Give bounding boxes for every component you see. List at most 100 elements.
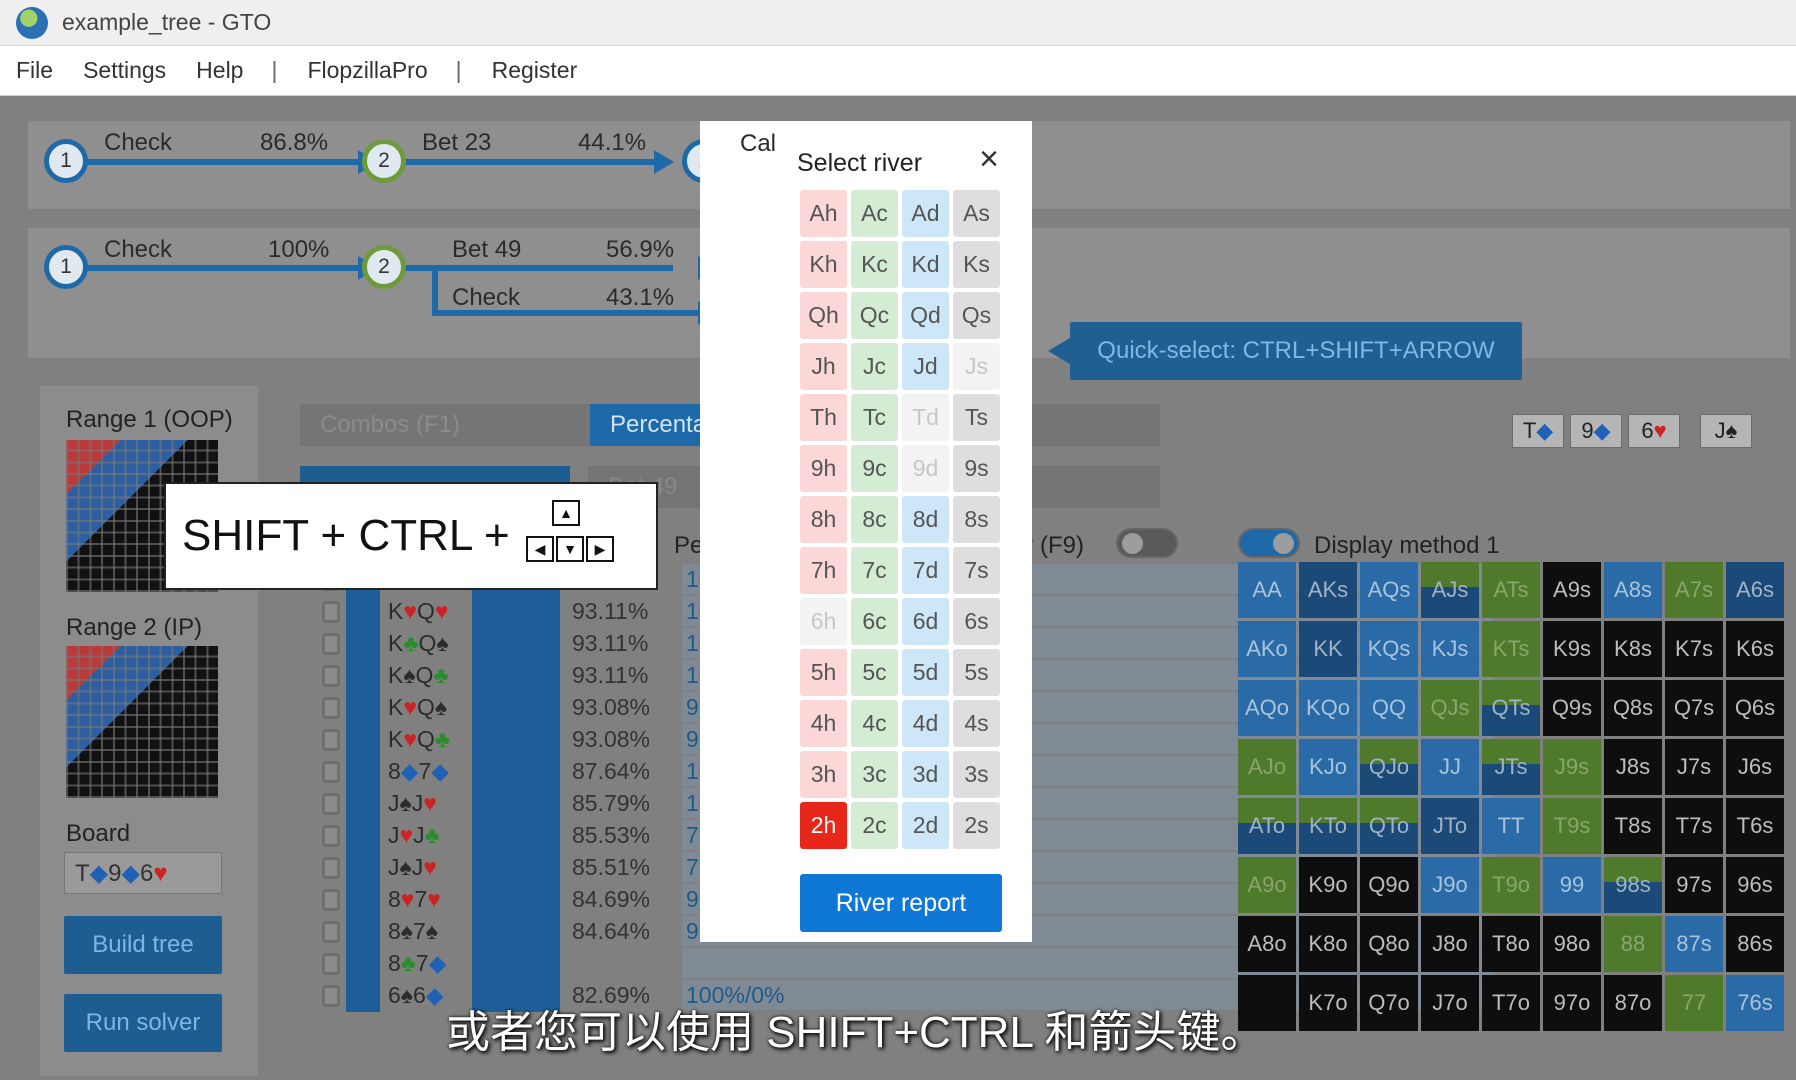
action-label[interactable]: Check [104, 236, 172, 264]
river-card-ah[interactable]: Ah [800, 190, 847, 237]
board-chip[interactable]: J♠ [1700, 414, 1752, 448]
river-card-4h[interactable]: 4h [800, 700, 847, 747]
matrix-cell[interactable]: J6s [1726, 739, 1784, 795]
action-label[interactable]: Bet 49 [452, 236, 521, 264]
matrix-cell[interactable]: K8o [1299, 916, 1357, 972]
matrix-cell[interactable]: 97o [1543, 975, 1601, 1031]
matrix-cell[interactable]: KTs [1482, 621, 1540, 677]
matrix-cell[interactable]: J7s [1665, 739, 1723, 795]
river-card-ks[interactable]: Ks [953, 241, 1000, 288]
matrix-cell[interactable]: QTs [1482, 680, 1540, 736]
lock-icon[interactable] [322, 825, 340, 847]
river-card-9d[interactable]: 9d [902, 445, 949, 492]
matrix-cell[interactable]: AKo [1238, 621, 1296, 677]
matrix-cell[interactable]: K8s [1604, 621, 1662, 677]
tab-combos[interactable]: Combos (F1) [300, 404, 592, 446]
action-label[interactable]: Check [104, 129, 172, 157]
matrix-cell[interactable]: ATo [1238, 798, 1296, 854]
matrix-cell[interactable]: KK [1299, 621, 1357, 677]
river-card-4s[interactable]: 4s [953, 700, 1000, 747]
river-card-qs[interactable]: Qs [953, 292, 1000, 339]
river-report-button[interactable]: River report [800, 874, 1002, 932]
matrix-cell[interactable]: J9s [1543, 739, 1601, 795]
river-card-9s[interactable]: 9s [953, 445, 1000, 492]
matrix-cell[interactable]: 88 [1604, 916, 1662, 972]
river-card-3d[interactable]: 3d [902, 751, 949, 798]
matrix-cell[interactable]: A8o [1238, 916, 1296, 972]
river-card-qh[interactable]: Qh [800, 292, 847, 339]
matrix-cell[interactable]: 99 [1543, 857, 1601, 913]
tree-node[interactable]: 2 [362, 245, 406, 289]
river-card-tc[interactable]: Tc [851, 394, 898, 441]
river-card-8s[interactable]: 8s [953, 496, 1000, 543]
matrix-cell[interactable]: ATs [1482, 562, 1540, 618]
lock-icon[interactable] [322, 729, 340, 751]
matrix-cell[interactable]: QJo [1360, 739, 1418, 795]
matrix-cell[interactable]: KQo [1299, 680, 1357, 736]
matrix-cell[interactable]: T7s [1665, 798, 1723, 854]
matrix-cell[interactable]: QTo [1360, 798, 1418, 854]
river-card-3h[interactable]: 3h [800, 751, 847, 798]
river-card-7s[interactable]: 7s [953, 547, 1000, 594]
river-card-qd[interactable]: Qd [902, 292, 949, 339]
board-input[interactable]: T◆9◆6♥ [64, 852, 222, 894]
matrix-cell[interactable]: A9s [1543, 562, 1601, 618]
matrix-cell[interactable]: QJs [1421, 680, 1479, 736]
lock-icon[interactable] [322, 793, 340, 815]
lock-icon[interactable] [322, 761, 340, 783]
lock-icon[interactable] [322, 889, 340, 911]
matrix-cell[interactable]: T7o [1482, 975, 1540, 1031]
tree-node[interactable]: 1 [44, 245, 88, 289]
lock-icon[interactable] [322, 697, 340, 719]
river-card-3c[interactable]: 3c [851, 751, 898, 798]
matrix-cell[interactable]: T8o [1482, 916, 1540, 972]
matrix-cell[interactable]: 98o [1543, 916, 1601, 972]
lock-icon[interactable] [322, 633, 340, 655]
action-label[interactable]: Check [452, 284, 520, 312]
matrix-cell[interactable]: AQo [1238, 680, 1296, 736]
matrix-cell[interactable]: 86s [1726, 916, 1784, 972]
board-chip[interactable]: 6 ♥ [1628, 414, 1680, 448]
matrix-cell[interactable]: 87s [1665, 916, 1723, 972]
tree-node[interactable]: 2 [362, 139, 406, 183]
matrix-cell[interactable]: KTo [1299, 798, 1357, 854]
river-card-kc[interactable]: Kc [851, 241, 898, 288]
display-method-toggle[interactable] [1238, 528, 1300, 558]
matrix-cell[interactable]: Q8o [1360, 916, 1418, 972]
menu-settings[interactable]: Settings [83, 57, 166, 84]
river-card-4c[interactable]: 4c [851, 700, 898, 747]
matrix-cell[interactable]: T6s [1726, 798, 1784, 854]
table-check-toggle[interactable] [1116, 528, 1178, 558]
matrix-cell[interactable]: Q8s [1604, 680, 1662, 736]
matrix-cell[interactable]: 87o [1604, 975, 1662, 1031]
river-card-8h[interactable]: 8h [800, 496, 847, 543]
run-solver-button[interactable]: Run solver [64, 994, 222, 1052]
river-card-6h[interactable]: 6h [800, 598, 847, 645]
matrix-cell[interactable]: K9s [1543, 621, 1601, 677]
lock-icon[interactable] [322, 953, 340, 975]
river-card-as[interactable]: As [953, 190, 1000, 237]
matrix-cell[interactable]: A8s [1604, 562, 1662, 618]
matrix-cell[interactable]: A9o [1238, 857, 1296, 913]
lock-icon[interactable] [322, 985, 340, 1007]
river-card-2d[interactable]: 2d [902, 802, 949, 849]
matrix-cell[interactable]: Q7s [1665, 680, 1723, 736]
river-card-8d[interactable]: 8d [902, 496, 949, 543]
matrix-cell[interactable]: J8s [1604, 739, 1662, 795]
matrix-cell[interactable]: KQs [1360, 621, 1418, 677]
table-row[interactable]: 8♣7◆ [316, 946, 1494, 982]
matrix-cell[interactable]: JJ [1421, 739, 1479, 795]
matrix-cell[interactable]: K6s [1726, 621, 1784, 677]
matrix-cell[interactable]: Q9o [1360, 857, 1418, 913]
menu-register[interactable]: Register [492, 57, 578, 84]
river-card-jh[interactable]: Jh [800, 343, 847, 390]
river-card-7c[interactable]: 7c [851, 547, 898, 594]
matrix-cell[interactable]: J8o [1421, 916, 1479, 972]
river-card-5d[interactable]: 5d [902, 649, 949, 696]
close-icon[interactable]: × [972, 142, 1006, 178]
menu-flopzillapro[interactable]: FlopzillaPro [307, 57, 427, 84]
river-card-th[interactable]: Th [800, 394, 847, 441]
river-card-jd[interactable]: Jd [902, 343, 949, 390]
menu-help[interactable]: Help [196, 57, 243, 84]
river-card-7d[interactable]: 7d [902, 547, 949, 594]
